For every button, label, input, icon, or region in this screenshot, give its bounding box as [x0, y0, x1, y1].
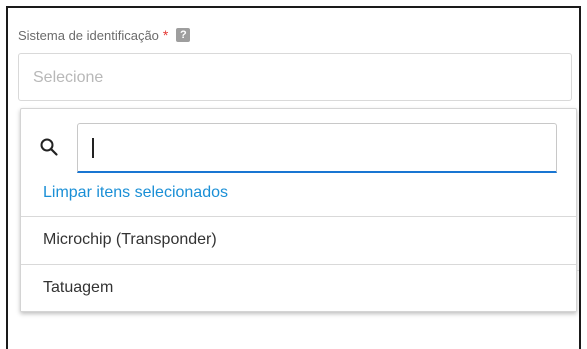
search-icon — [40, 138, 58, 156]
dropdown-panel: Limpar itens selecionados Microchip (Tra… — [20, 108, 577, 312]
background-divider — [577, 270, 579, 271]
identification-system-select[interactable]: Selecione — [18, 53, 572, 101]
option-microchip[interactable]: Microchip (Transponder) — [21, 216, 576, 263]
required-asterisk: * — [162, 27, 169, 43]
search-row — [21, 123, 576, 175]
search-input[interactable] — [77, 123, 557, 173]
clear-selected-link[interactable]: Limpar itens selecionados — [43, 184, 228, 202]
field-label-text: Sistema de identificação — [18, 27, 159, 43]
select-placeholder: Selecione — [33, 69, 104, 86]
field-label: Sistema de identificação * ? — [18, 27, 191, 43]
question-mark-icon[interactable]: ? — [176, 28, 191, 42]
option-tatuagem[interactable]: Tatuagem — [21, 264, 576, 311]
text-caret — [92, 138, 94, 158]
